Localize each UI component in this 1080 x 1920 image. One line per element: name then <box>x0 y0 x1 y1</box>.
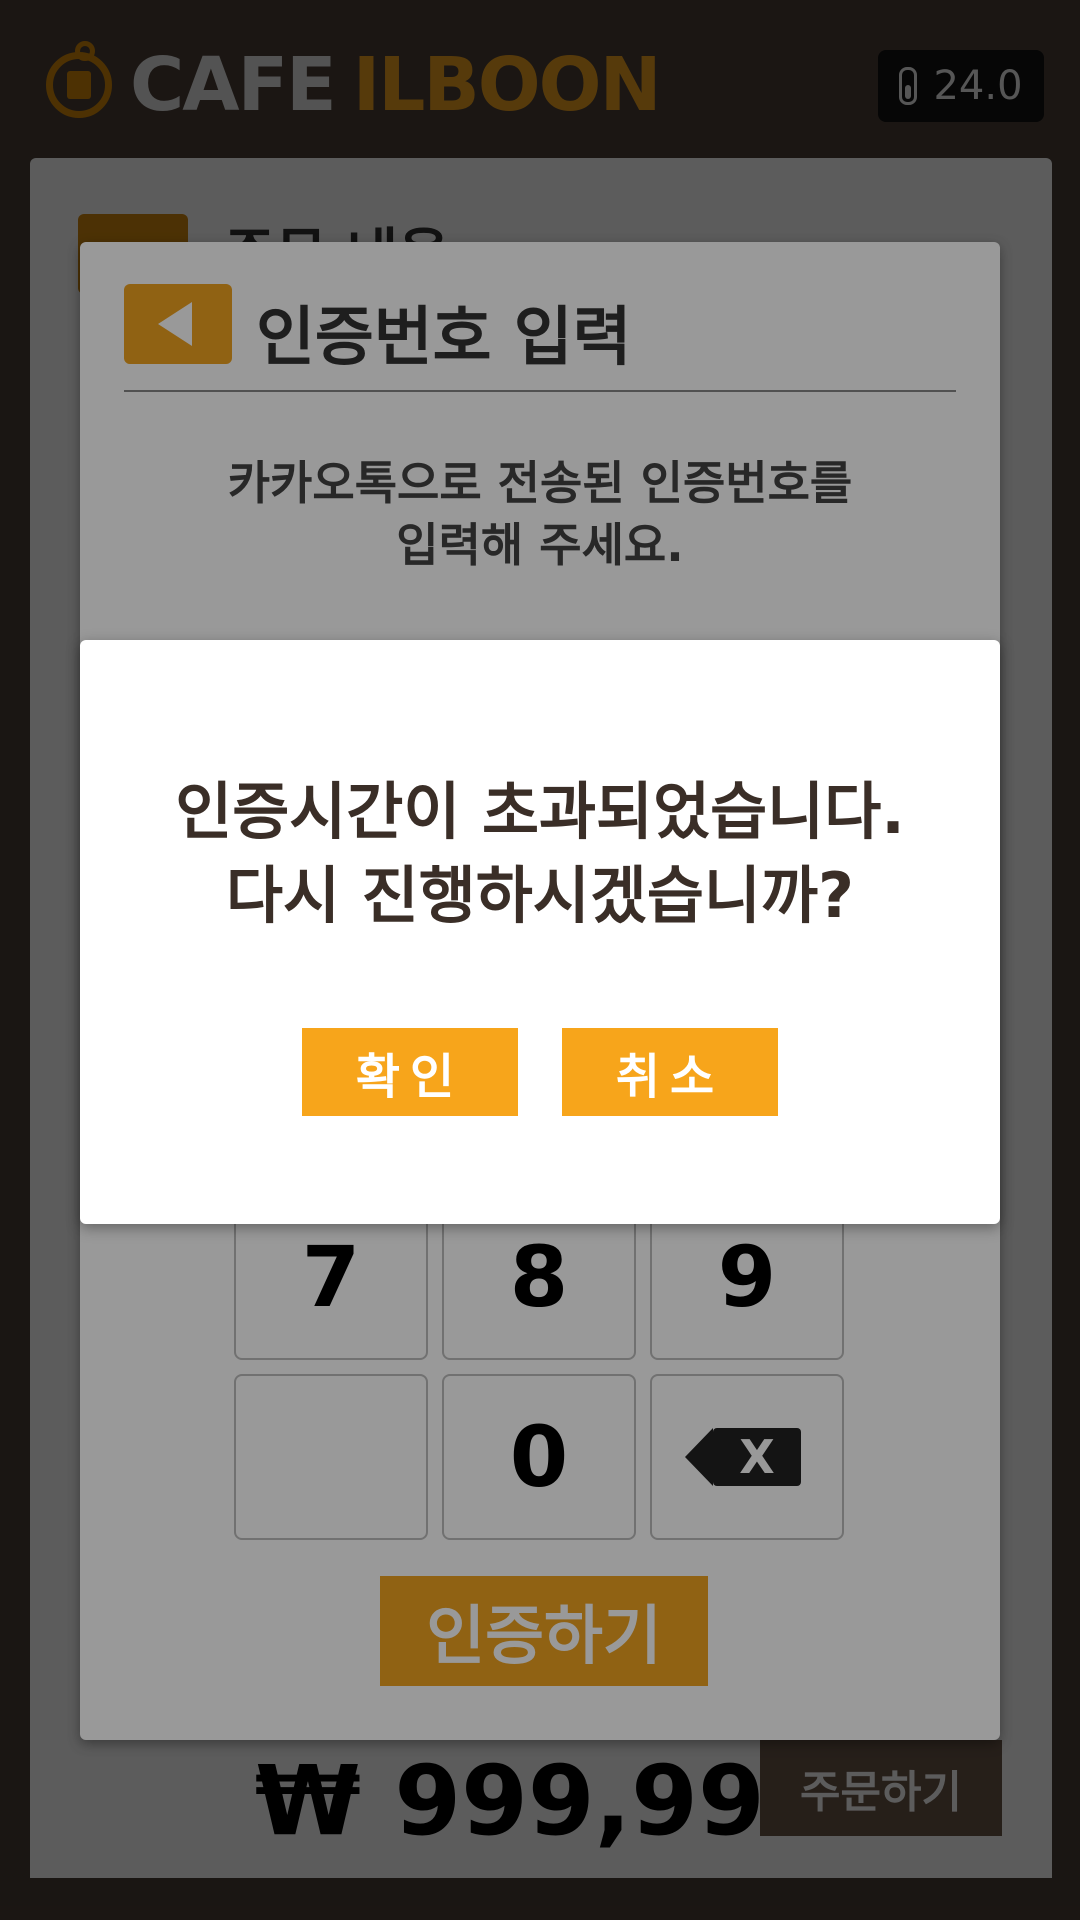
timeout-alert-dialog: 인증시간이 초과되었습니다. 다시 진행하시겠습니까? 확인 취소 <box>80 640 1000 1224</box>
alert-message-line: 다시 진행하시겠습니까? <box>226 859 854 932</box>
confirm-button[interactable]: 확인 <box>302 1028 518 1116</box>
cancel-button[interactable]: 취소 <box>562 1028 778 1116</box>
alert-message-line: 인증시간이 초과되었습니다. <box>175 775 905 848</box>
alert-message: 인증시간이 초과되었습니다. 다시 진행하시겠습니까? <box>100 770 980 938</box>
